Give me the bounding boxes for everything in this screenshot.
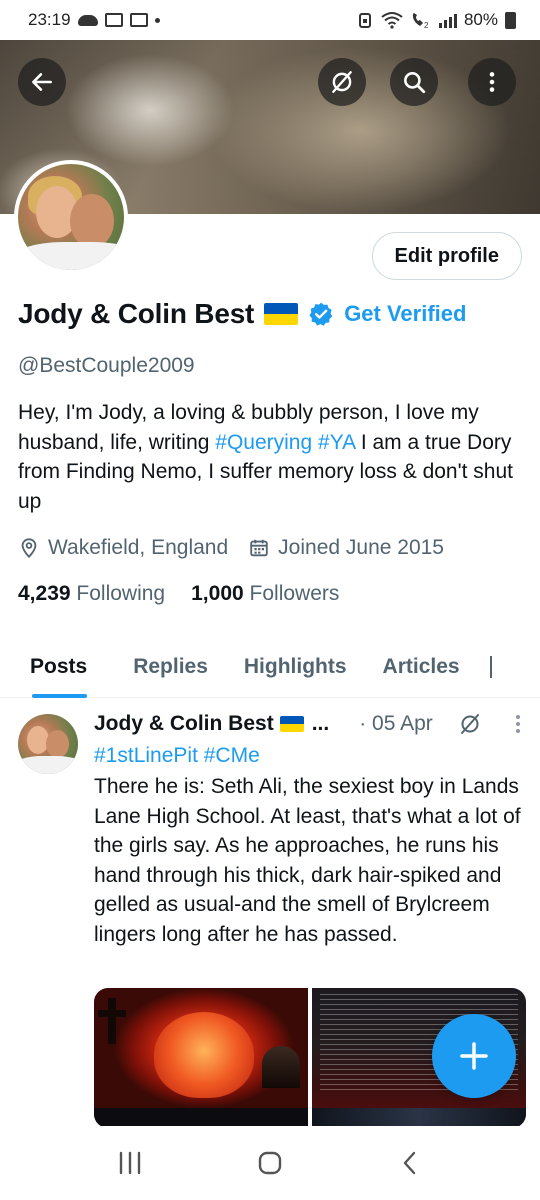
following-label: Following (76, 582, 166, 605)
more-vertical-icon[interactable] (508, 712, 528, 736)
profile-avatar[interactable] (14, 160, 128, 274)
tab-posts[interactable]: Posts (0, 636, 115, 698)
following-count: 4,239 (18, 582, 71, 605)
followers-count: 1,000 (191, 582, 244, 605)
post-header-icons (458, 712, 528, 736)
profile-name: Jody & Colin Best (18, 298, 255, 329)
svg-text:2: 2 (424, 21, 429, 29)
heart-graphic (154, 1012, 254, 1098)
location-text: Wakefield, England (48, 536, 229, 559)
following-link[interactable]: 4,239 Following (18, 582, 165, 606)
no-notifications-icon (332, 71, 352, 93)
chevron-left-icon (403, 1151, 416, 1175)
ukraine-flag-icon (264, 303, 299, 325)
back-nav-button[interactable] (380, 1141, 440, 1185)
search-button[interactable] (390, 58, 438, 106)
media-caption-strip (94, 1108, 308, 1128)
avatar-shirt (18, 242, 124, 270)
post-date: · 05 Apr (359, 712, 433, 735)
no-notifications-icon[interactable] (458, 712, 482, 736)
calendar-icon (250, 539, 268, 557)
cross-icon (108, 998, 116, 1044)
status-left: 23:19 (28, 10, 160, 30)
profile-location: Wakefield, England (18, 536, 228, 560)
home-button[interactable] (240, 1141, 300, 1185)
ukraine-flag-icon (279, 716, 304, 732)
more-vertical-icon (489, 72, 495, 92)
followers-label: Followers (249, 582, 340, 605)
followers-link[interactable]: 1,000 Followers (191, 582, 339, 606)
system-navigation-bar (0, 1126, 540, 1200)
cloud-icon (77, 14, 98, 26)
signal-icon (438, 13, 457, 28)
location-pin-icon (21, 538, 37, 559)
verified-badge-icon (309, 302, 333, 326)
media-bottom-strip (312, 1108, 526, 1128)
home-icon (258, 1151, 282, 1175)
tab-articles[interactable]: Articles (365, 636, 478, 698)
tab-highlights[interactable]: Highlights (226, 636, 365, 698)
more-options-button[interactable] (468, 58, 516, 106)
post-avatar[interactable] (18, 714, 78, 774)
back-button[interactable] (18, 58, 66, 106)
battery-percent: 80% (463, 10, 498, 29)
compose-button[interactable] (432, 1014, 516, 1098)
status-bar: 23:19 2 80% (0, 0, 540, 40)
profile-tabs: Posts Replies Highlights Articles (0, 636, 540, 698)
follow-stats: 4,239 Following 1,000 Followers (18, 582, 339, 606)
post-author-name[interactable]: Jody & Colin Best (94, 712, 274, 736)
joined-text: Joined June 2015 (278, 536, 444, 559)
back-arrow-icon (32, 73, 52, 91)
alarm-icon (358, 13, 371, 28)
profile-meta: Wakefield, England Joined June 2015 (18, 536, 444, 560)
post-hashtags[interactable]: #1stLinePit #CMe (94, 744, 260, 768)
tab-replies[interactable]: Replies (115, 636, 226, 698)
name-truncation: ... (311, 712, 330, 735)
battery-icon (505, 11, 516, 29)
compose-plus-icon (460, 1042, 488, 1070)
cross-icon-bar (98, 1010, 126, 1017)
edit-profile-button[interactable]: Edit profile (371, 232, 522, 280)
calendar-notification-icon (104, 13, 123, 27)
get-verified-link[interactable]: Get Verified (344, 301, 466, 327)
post-header: Jody & Colin Best ... · 05 Apr (94, 712, 528, 736)
mosque-silhouette (262, 1046, 300, 1088)
media-image-1[interactable] (94, 988, 308, 1128)
status-time: 23:19 (28, 10, 71, 29)
profile-name-row: Jody & Colin Best Get Verified (18, 298, 466, 330)
wifi-icon (381, 12, 403, 29)
profile-handle: @BestCouple2009 (18, 354, 195, 377)
calendar-notification-icon-2 (129, 13, 148, 27)
recent-apps-button[interactable] (100, 1141, 160, 1185)
notifications-toggle-button[interactable] (318, 58, 366, 106)
search-icon (404, 72, 426, 94)
call-icon: 2 (412, 13, 429, 29)
hashtag-ya[interactable]: #YA (318, 431, 355, 454)
tab-overflow-partial[interactable] (478, 636, 492, 698)
profile-joined: Joined June 2015 (248, 536, 444, 560)
post-text: There he is: Seth Ali, the sexiest boy i… (94, 775, 521, 946)
dot-icon (154, 17, 160, 23)
avatar-shirt (18, 756, 78, 774)
hashtag-querying[interactable]: #Querying (215, 431, 312, 454)
recent-apps-icon (119, 1151, 141, 1175)
status-right: 2 80% (356, 10, 516, 30)
avatar-face-2 (70, 194, 114, 248)
profile-bio: Hey, I'm Jody, a loving & bubbly person,… (18, 398, 528, 516)
avatar-face-2 (46, 730, 69, 758)
